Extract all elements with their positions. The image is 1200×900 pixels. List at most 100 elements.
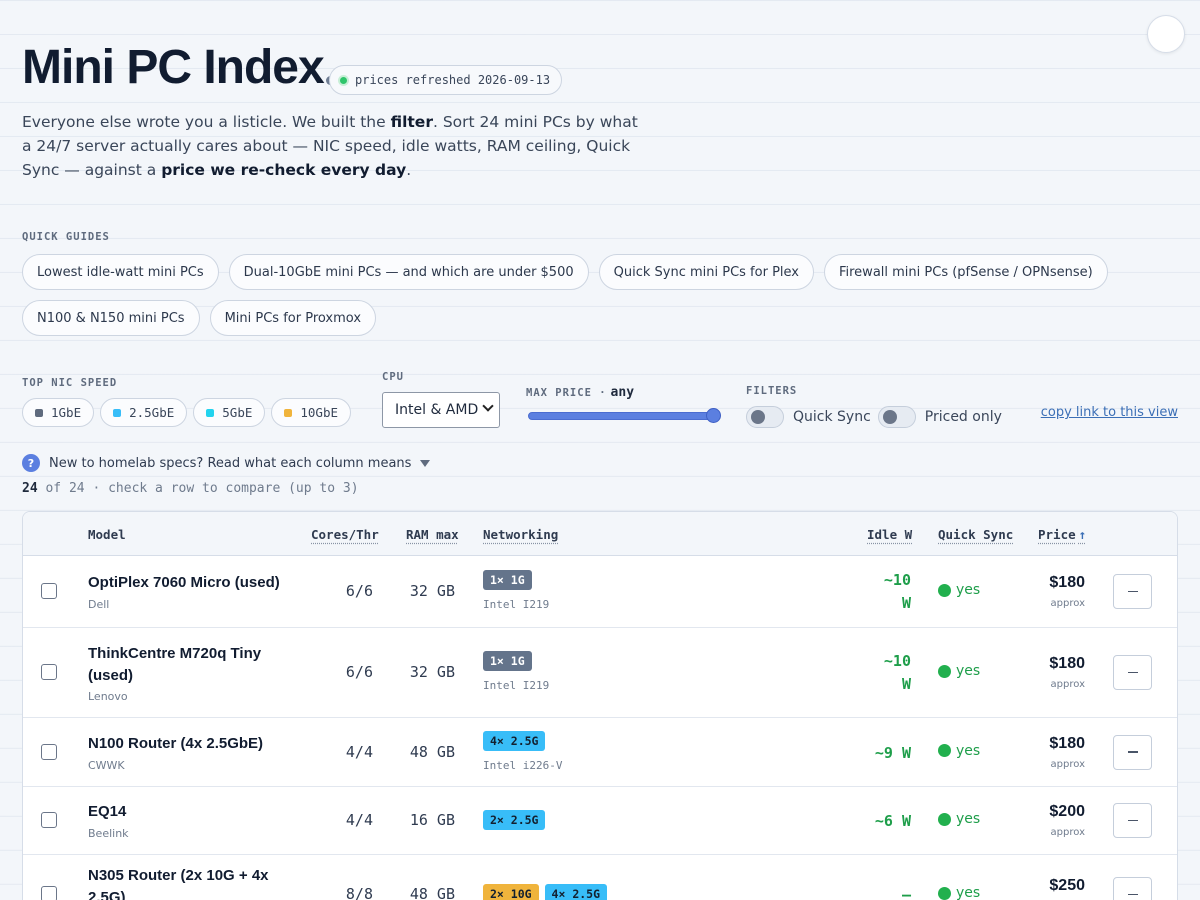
intro-text: Everyone else wrote you a listicle. We b… [22, 110, 652, 182]
nic-badges: 2× 10G 4× 2.5G [483, 884, 608, 900]
remove-row-button[interactable] [1113, 803, 1152, 838]
nic-swatch-icon [284, 408, 293, 417]
guide-chip-dual-10gbe[interactable]: Dual-10GbE mini PCs — and which are unde… [228, 254, 589, 290]
brand-name: Dell [88, 598, 110, 611]
idle-watts: ~10 W [883, 652, 911, 693]
ram-max: 32 GB [409, 582, 455, 600]
nic-badge: 4× 2.5G [544, 884, 608, 900]
table-row: N305 Router (2x 10G + 4x 2.5G) 8/8 48 GB 2×… [23, 855, 1177, 900]
guide-chip-firewall[interactable]: Firewall mini PCs (pfSense / OPNsense) [823, 254, 1108, 290]
theme-toggle-button[interactable] [1147, 15, 1185, 53]
table-row: ThinkCentre M720q Tiny (used) Lenovo 6/6 32… [23, 628, 1177, 718]
quick-sync-value: yes [956, 582, 981, 598]
column-header-model: Model [88, 527, 126, 542]
nic-chipset: Intel I219 [483, 598, 550, 611]
remove-row-button[interactable] [1113, 734, 1152, 770]
slider-thumb[interactable] [706, 408, 721, 423]
nic-option-10gbe[interactable]: 10GbE [271, 398, 352, 427]
compare-checkbox[interactable] [41, 664, 57, 680]
cores-threads: 6/6 [345, 582, 373, 600]
column-header-cores[interactable]: Cores/Thr [311, 527, 379, 542]
column-header-networking[interactable]: Networking [483, 527, 558, 542]
nic-option-label: 1GbE [51, 405, 82, 420]
compare-checkbox[interactable] [41, 886, 57, 900]
minus-icon [1127, 590, 1138, 593]
brand-name: Lenovo [88, 690, 128, 703]
cores-threads: 4/4 [345, 742, 373, 761]
compare-checkbox[interactable] [41, 583, 57, 599]
result-count: 24 of 24 · check a row to compare (up to… [22, 481, 359, 496]
quick-sync-toggle[interactable] [746, 406, 784, 428]
results-table: Model Cores/Thr RAM max Networking Idle … [22, 511, 1178, 900]
result-count-rest: of 24 · check a row to compare (up to 3) [37, 481, 359, 496]
nic-badges: 1× 1G [483, 651, 532, 671]
check-dot-icon [938, 744, 951, 757]
check-dot-icon [938, 812, 951, 826]
cpu-select[interactable]: Intel & AMD [382, 392, 500, 428]
refresh-text: prices refreshed 2026-09-13 [355, 73, 551, 87]
remove-row-button[interactable] [1113, 655, 1152, 690]
priced-only-toggle[interactable] [877, 406, 916, 428]
copy-link-button[interactable]: copy link to this view [1041, 405, 1178, 420]
column-help-text: New to homelab specs? Read what each col… [49, 455, 412, 471]
ram-max: 48 GB [409, 742, 455, 761]
result-count-shown: 24 [22, 481, 38, 496]
minus-icon [1127, 751, 1138, 753]
status-dot-icon [340, 76, 347, 84]
compare-checkbox[interactable] [41, 743, 57, 760]
max-price-value: any [610, 385, 635, 400]
max-price-label: MAX PRICE · any [526, 385, 634, 400]
guide-chip-quicksync-plex[interactable]: Quick Sync mini PCs for Plex [598, 254, 814, 290]
nic-option-label: 10GbE [300, 405, 339, 420]
filter-toggles: Quick Sync Priced only [746, 406, 1009, 428]
intro-emphasis-price: price we re-check every day [161, 161, 407, 179]
idle-watts: — [901, 886, 911, 900]
idle-watts: ~9 W [874, 743, 911, 762]
cpu-select-value: Intel & AMD [395, 402, 479, 418]
model-name: OptiPlex 7060 Micro (used) [88, 574, 280, 591]
column-header-quick-sync[interactable]: Quick Sync [938, 527, 1013, 542]
price: $200 [1049, 803, 1085, 820]
quick-guides-list: Lowest idle-watt mini PCs Dual-10GbE min… [22, 254, 1122, 336]
quick-guides-label: QUICK GUIDES [22, 231, 110, 243]
minus-icon [1127, 819, 1138, 822]
price-approx-note: approx [1050, 827, 1085, 838]
cores-threads: 6/6 [345, 663, 373, 681]
price: $180 [1049, 734, 1085, 752]
column-help-toggle[interactable]: ? New to homelab specs? Read what each c… [22, 454, 431, 472]
model-name: EQ14 [88, 803, 127, 820]
page-title: Mini PC Index [22, 41, 325, 94]
nic-option-1gbe[interactable]: 1GbE [22, 398, 95, 427]
brand-name: CWWK [88, 758, 125, 772]
price-approx-note: approx [1050, 598, 1085, 609]
refresh-status-badge: prices refreshed 2026-09-13 [329, 65, 563, 95]
guide-chip-n100-n150[interactable]: N100 & N150 mini PCs [22, 300, 200, 336]
nic-option-2-5gbe[interactable]: 2.5GbE [100, 398, 188, 427]
quick-sync-status: yes [938, 743, 980, 759]
quick-sync-value: yes [956, 811, 981, 827]
caret-down-icon [420, 459, 431, 467]
compare-checkbox[interactable] [41, 812, 57, 828]
intro-part-1: Everyone else wrote you a listicle. We b… [22, 113, 391, 131]
max-price-slider[interactable] [528, 408, 721, 423]
nic-option-5gbe[interactable]: 5GbE [193, 398, 266, 427]
nic-badge: 1× 1G [483, 570, 532, 590]
nic-badge: 1× 1G [483, 651, 532, 671]
column-header-idle[interactable]: Idle W [867, 527, 912, 542]
nic-chipset: Intel i226-V [483, 758, 563, 772]
column-header-price[interactable]: Price ↑ [1038, 527, 1086, 542]
chevron-down-icon [482, 400, 494, 412]
remove-row-button[interactable] [1113, 574, 1152, 609]
guide-chip-low-idle[interactable]: Lowest idle-watt mini PCs [22, 254, 219, 290]
check-dot-icon [938, 886, 951, 900]
guide-chip-proxmox[interactable]: Mini PCs for Proxmox [209, 300, 377, 336]
column-header-ram[interactable]: RAM max [406, 527, 459, 542]
nic-swatch-icon [206, 408, 215, 417]
table-header: Model Cores/Thr RAM max Networking Idle … [23, 512, 1177, 556]
quick-sync-status: yes [938, 811, 980, 827]
remove-row-button[interactable] [1113, 877, 1152, 900]
quick-sync-value: yes [956, 663, 981, 679]
ram-max: 32 GB [409, 663, 455, 681]
table-row: OptiPlex 7060 Micro (used) Dell 6/6 32 GB 1×… [23, 556, 1177, 628]
nic-option-label: 5GbE [222, 405, 253, 420]
